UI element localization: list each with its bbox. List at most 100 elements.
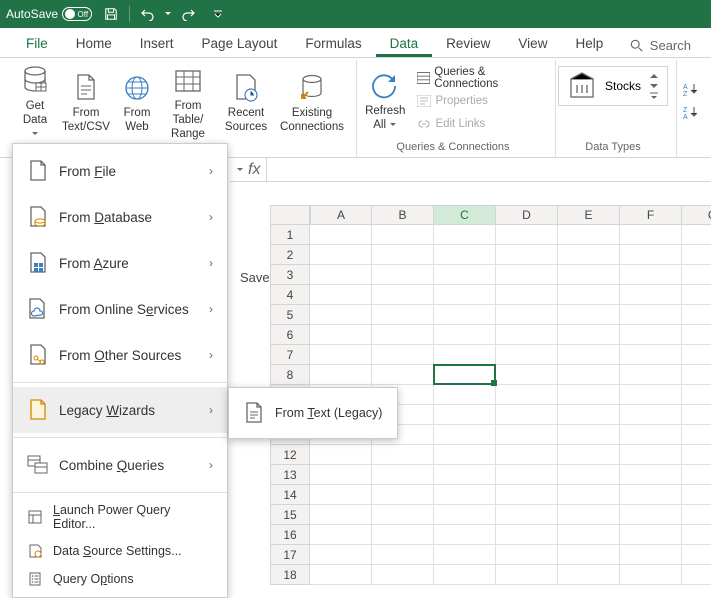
from-web-button[interactable]: From Web [116,62,158,143]
cell[interactable] [310,285,372,305]
cell[interactable] [434,325,496,345]
row-header-4[interactable]: 4 [270,285,310,305]
cell[interactable] [310,245,372,265]
tab-insert[interactable]: Insert [126,30,188,57]
tab-page-layout[interactable]: Page Layout [188,30,292,57]
refresh-all-button[interactable]: Refresh All [359,62,411,139]
cell[interactable] [558,225,620,245]
row-header-18[interactable]: 18 [270,565,310,585]
search-box[interactable]: Search [622,34,699,57]
col-header-A[interactable]: A [310,205,372,225]
cell[interactable] [372,265,434,285]
cell[interactable] [558,565,620,585]
cell[interactable] [558,305,620,325]
cell[interactable] [310,325,372,345]
cell[interactable] [620,425,682,445]
row-header-13[interactable]: 13 [270,465,310,485]
row-header-6[interactable]: 6 [270,325,310,345]
menu-from-other-sources[interactable]: From Other Sources› [13,332,227,378]
menu-from-azure[interactable]: From Azure› [13,240,227,286]
cell[interactable] [620,465,682,485]
cell[interactable] [558,285,620,305]
save-icon[interactable] [100,3,122,25]
autosave-toggle[interactable]: Off [62,7,92,21]
cell[interactable] [310,505,372,525]
cell[interactable] [434,225,496,245]
menu-from-database[interactable]: From Database› [13,194,227,240]
row-header-16[interactable]: 16 [270,525,310,545]
cell[interactable] [682,305,711,325]
tab-formulas[interactable]: Formulas [291,30,375,57]
tab-home[interactable]: Home [62,30,126,57]
row-header-5[interactable]: 5 [270,305,310,325]
cell[interactable] [496,225,558,245]
cell[interactable] [372,325,434,345]
cell[interactable] [434,245,496,265]
cell[interactable] [372,505,434,525]
menu-from-online-services[interactable]: From Online Services› [13,286,227,332]
qat-customize-icon[interactable] [207,3,229,25]
cell[interactable] [682,225,711,245]
cell[interactable] [372,565,434,585]
cell[interactable] [620,525,682,545]
cell[interactable] [496,565,558,585]
tab-help[interactable]: Help [561,30,617,57]
menu-query-options[interactable]: Query Options [13,565,227,593]
fx-label[interactable]: fx [230,158,267,181]
sort-desc-button[interactable]: ZA [679,101,703,123]
cell[interactable] [372,465,434,485]
tab-review[interactable]: Review [432,30,504,57]
cell[interactable] [620,505,682,525]
row-header-3[interactable]: 3 [270,265,310,285]
submenu-from-text-legacy[interactable]: From Text (Legacy) [229,392,397,434]
select-all-corner[interactable] [270,205,310,225]
cell[interactable] [558,245,620,265]
cell[interactable] [310,265,372,285]
row-header-8[interactable]: 8 [270,365,310,385]
cell[interactable] [434,405,496,425]
cell[interactable] [496,485,558,505]
cell[interactable] [372,245,434,265]
tab-view[interactable]: View [504,30,561,57]
row-header-17[interactable]: 17 [270,545,310,565]
row-header-7[interactable]: 7 [270,345,310,365]
cell[interactable] [682,565,711,585]
cell[interactable] [558,485,620,505]
cell[interactable] [434,525,496,545]
cell[interactable] [434,385,496,405]
cell[interactable] [558,385,620,405]
cell[interactable] [682,285,711,305]
row-header-12[interactable]: 12 [270,445,310,465]
cell[interactable] [620,265,682,285]
cell[interactable] [310,225,372,245]
cell[interactable] [682,405,711,425]
cell[interactable] [310,445,372,465]
cell[interactable] [372,545,434,565]
cell[interactable] [310,305,372,325]
cell[interactable] [434,485,496,505]
menu-from-file[interactable]: From File› [13,148,227,194]
cell[interactable] [496,345,558,365]
cell[interactable] [496,545,558,565]
chevron-down-icon[interactable] [649,82,659,90]
cell[interactable] [558,465,620,485]
undo-dropdown-icon[interactable] [163,3,173,25]
cell[interactable] [496,265,558,285]
cell[interactable] [496,505,558,525]
menu-legacy-wizards[interactable]: Legacy Wizards› [13,387,227,433]
col-header-D[interactable]: D [496,205,558,225]
row-header-15[interactable]: 15 [270,505,310,525]
cell[interactable] [620,365,682,385]
cell[interactable] [496,425,558,445]
cell[interactable] [434,345,496,365]
row-header-14[interactable]: 14 [270,485,310,505]
cell[interactable] [682,265,711,285]
cell[interactable] [558,325,620,345]
cell[interactable] [620,285,682,305]
cell[interactable] [620,485,682,505]
cell[interactable] [682,365,711,385]
cell[interactable] [496,445,558,465]
cell[interactable] [620,545,682,565]
cell[interactable] [682,345,711,365]
cell[interactable] [682,445,711,465]
